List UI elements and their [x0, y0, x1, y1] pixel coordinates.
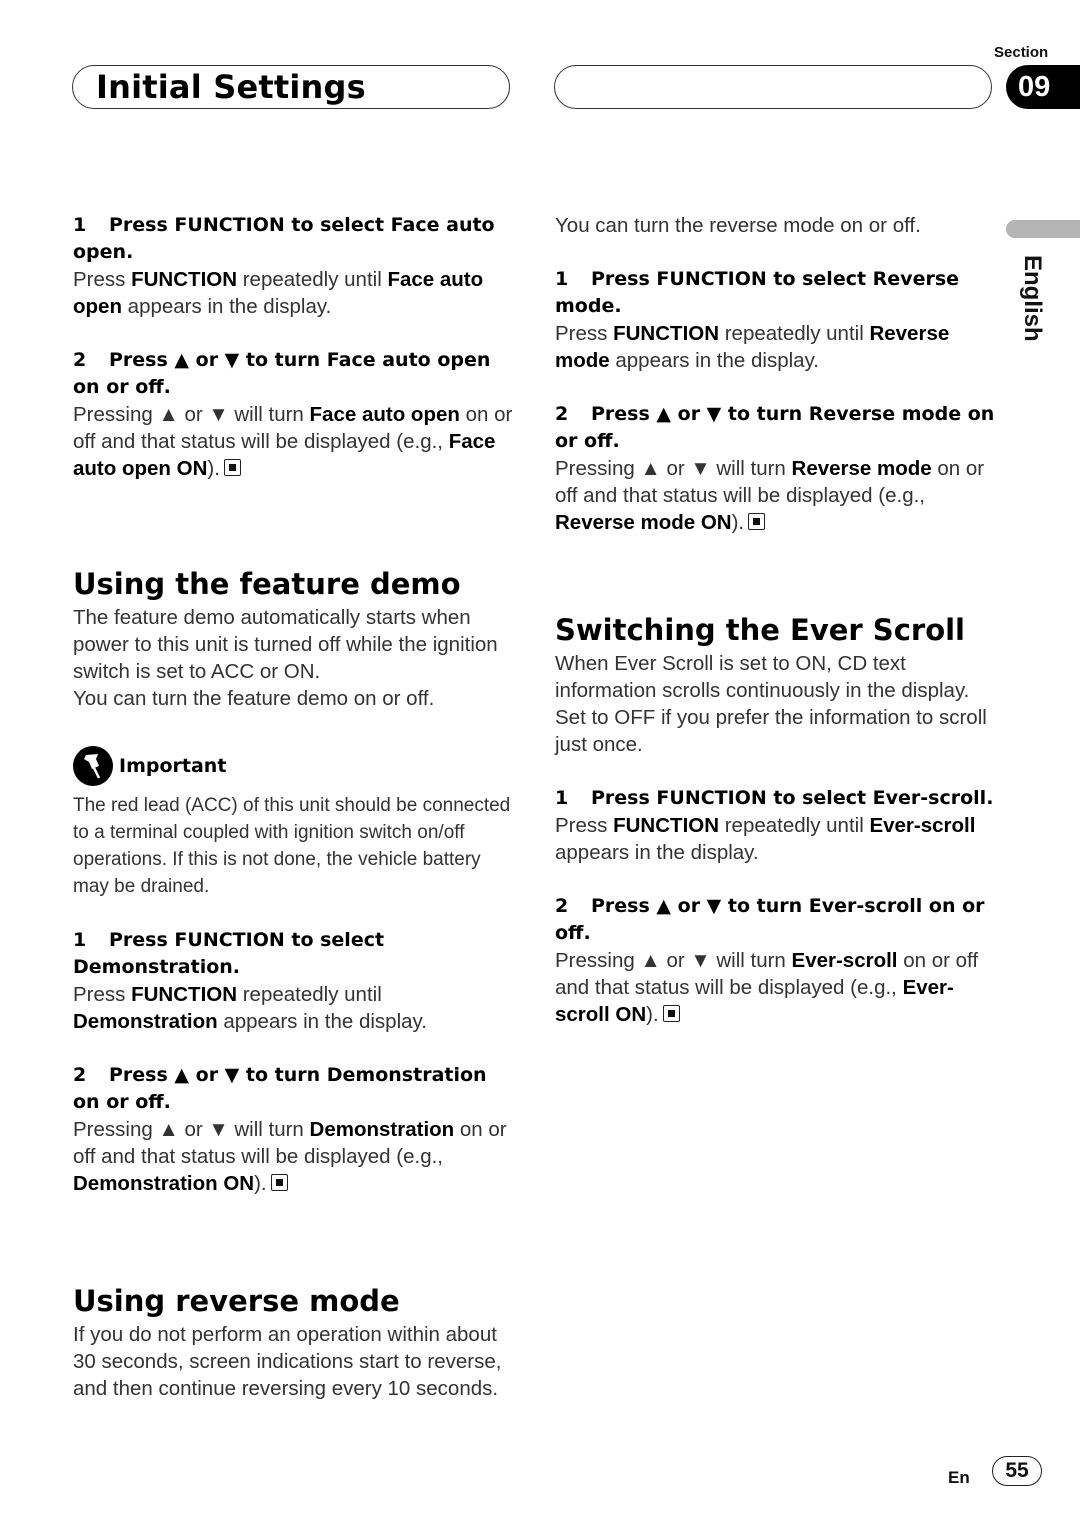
text-run: Pressing ▲ or ▼ will turn	[73, 403, 310, 426]
step-body: Pressing ▲ or ▼ will turn Reverse mode o…	[555, 455, 995, 536]
text-run: repeatedly until	[719, 322, 870, 345]
text-run: repeatedly until	[237, 983, 382, 1006]
text-run: Press	[555, 814, 614, 837]
text-run: ).	[731, 511, 745, 534]
text-run: Pressing ▲ or ▼ will turn	[555, 457, 792, 480]
bold-term: Demonstration	[309, 1118, 455, 1141]
language-code: En	[948, 1468, 970, 1487]
bold-term: FUNCTION	[613, 322, 720, 345]
pushpin-icon	[73, 746, 113, 786]
important-label: Important	[119, 755, 227, 777]
section-heading-feature-demo: Using the feature demo	[73, 567, 461, 601]
step-heading: 2 Press ▲ or ▼ to turn Face auto open on …	[73, 349, 491, 398]
step-body: Pressing ▲ or ▼ will turn Ever-scroll on…	[555, 947, 995, 1028]
text-run: appears in the display.	[121, 295, 332, 318]
bold-term: FUNCTION	[613, 814, 720, 837]
end-of-section-icon	[270, 1174, 288, 1191]
right-column: You can turn the reverse mode on or off.…	[555, 212, 995, 1028]
section-heading-ever-scroll: Switching the Ever Scroll	[555, 613, 965, 647]
text-run: Press	[555, 322, 614, 345]
step-body: Press FUNCTION repeatedly until Reverse …	[555, 320, 995, 374]
text-run: ).	[254, 1172, 267, 1195]
bold-term: FUNCTION	[131, 983, 238, 1006]
bold-term: Ever-scroll	[869, 814, 976, 837]
step-body: Pressing ▲ or ▼ will turn Demonstration …	[73, 1116, 513, 1197]
step-body: Press FUNCTION repeatedly until Ever-scr…	[555, 812, 995, 866]
chapter-title: Initial Settings	[96, 68, 366, 106]
step-heading: 2 Press ▲ or ▼ to turn Reverse mode on or…	[555, 403, 995, 452]
section-number-tab: 09	[1006, 65, 1080, 109]
text-run: ).	[207, 457, 220, 480]
text-run: Press	[73, 983, 132, 1006]
end-of-section-icon	[748, 513, 766, 530]
paragraph: The feature demo automatically starts wh…	[73, 606, 498, 683]
text-run: repeatedly until	[719, 814, 870, 837]
bold-term: Ever-scroll	[791, 949, 898, 972]
section-heading-reverse-mode: Using reverse mode	[73, 1284, 400, 1318]
paragraph: You can turn the feature demo on or off.	[73, 687, 435, 710]
paragraph: If you do not perform an operation withi…	[73, 1323, 502, 1400]
text-run: Pressing ▲ or ▼ will turn	[73, 1118, 310, 1141]
end-of-section-icon	[223, 459, 241, 476]
left-column: 1 Press FUNCTION to select Face auto open…	[73, 212, 513, 1402]
step-body: Press FUNCTION repeatedly until Demonstr…	[73, 981, 513, 1035]
page-number: 55	[992, 1456, 1042, 1486]
step-heading: 1 Press FUNCTION to select Demonstration.	[73, 929, 385, 978]
text-run: appears in the display.	[609, 349, 819, 372]
language-label: English	[1019, 255, 1046, 342]
bold-term: Reverse mode ON	[555, 511, 732, 534]
bold-term: Reverse mode	[791, 457, 932, 480]
step-heading: 1 Press FUNCTION to select Ever-scroll.	[555, 787, 994, 809]
header-banner-right	[554, 65, 992, 109]
step-body: Press FUNCTION repeatedly until Face aut…	[73, 266, 513, 320]
important-note-text: The red lead (ACC) of this unit should b…	[73, 795, 511, 897]
language-tab-marker	[1006, 220, 1080, 238]
bold-term: FUNCTION	[131, 268, 238, 291]
text-run: repeatedly until	[237, 268, 388, 291]
step-heading: 2 Press ▲ or ▼ to turn Demonstration on o…	[73, 1064, 487, 1113]
bold-term: Demonstration	[73, 1010, 218, 1033]
paragraph: When Ever Scroll is set to ON, CD text i…	[555, 652, 987, 756]
bold-term: Demonstration ON	[73, 1172, 255, 1195]
step-heading: 1 Press FUNCTION to select Reverse mode.	[555, 268, 960, 317]
text-run: ).	[646, 1003, 659, 1026]
step-heading: 1 Press FUNCTION to select Face auto open…	[73, 214, 495, 263]
end-of-section-icon	[662, 1005, 680, 1022]
text-run: Pressing ▲ or ▼ will turn	[555, 949, 792, 972]
chapter-title-banner: Initial Settings	[72, 65, 510, 109]
section-label: Section	[994, 44, 1049, 61]
text-run: appears in the display.	[555, 841, 759, 864]
step-body: Pressing ▲ or ▼ will turn Face auto open…	[73, 401, 513, 482]
step-heading: 2 Press ▲ or ▼ to turn Ever-scroll on or …	[555, 895, 985, 944]
text-run: appears in the display.	[217, 1010, 427, 1033]
important-note-header: Important	[73, 746, 513, 786]
text-run: Press	[73, 268, 132, 291]
paragraph: You can turn the reverse mode on or off.	[555, 214, 921, 237]
bold-term: Face auto open	[309, 403, 460, 426]
